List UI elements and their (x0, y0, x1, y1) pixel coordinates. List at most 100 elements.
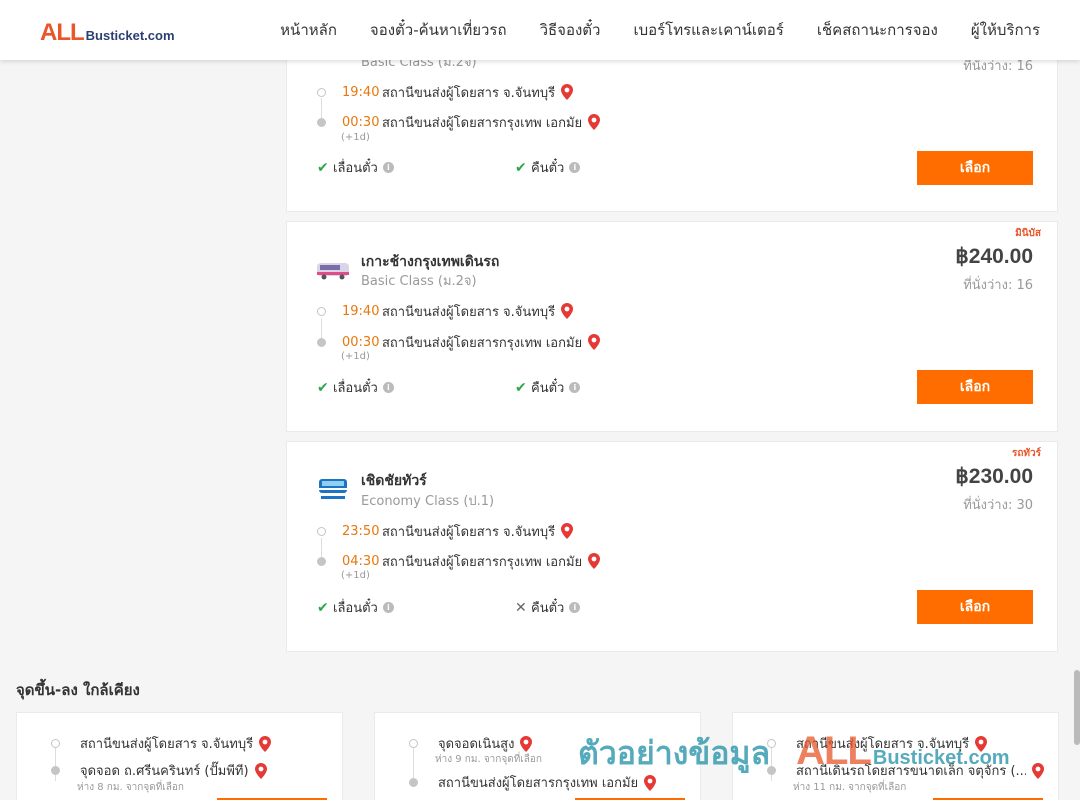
check-icon: ✔ (317, 379, 329, 396)
map-pin-icon[interactable] (644, 774, 657, 791)
departure-station: สถานีขนส่งผู้โดยสาร จ.จันทบุรี (382, 304, 556, 320)
nav-operators[interactable]: ผู้ให้บริการ (971, 18, 1040, 42)
departure-time: 19:40 (342, 303, 380, 319)
next-day-label: (+1d) (341, 351, 370, 362)
departure-dot (767, 739, 776, 748)
departure-station: สถานีขนส่งผู้โดยสาร จ.จันทบุรี (382, 85, 556, 101)
nearby-from: จุดจอดเนินสูง (409, 733, 533, 754)
refund-feature: ✔ คืนตั๋ว i (515, 157, 581, 178)
trip-card: มินิบัส เกาะช้างกรุงเทพเดินรถ Basic Clas… (286, 221, 1058, 432)
reschedule-label: เลื่อนตั๋ว (333, 381, 378, 396)
arrival-dot (409, 778, 418, 787)
departure-station: สถานีขนส่งผู้โดยสาร จ.จันทบุรี (382, 524, 556, 540)
reschedule-feature: ✔ เลื่อนตั๋ว i (317, 377, 394, 398)
check-icon: ✔ (515, 159, 527, 176)
nav-home[interactable]: หน้าหลัก (280, 18, 337, 42)
info-icon[interactable]: i (569, 162, 581, 173)
info-icon[interactable]: i (569, 382, 581, 393)
departure-stop: 23:50 สถานีขนส่งผู้โดยสาร จ.จันทบุรี (317, 521, 574, 541)
arrival-time: 00:30 (342, 114, 380, 130)
main-nav: หน้าหลัก จองตั๋ว-ค้นหาเที่ยวรถ วิธีจองตั… (280, 0, 1040, 60)
page-scrollbar[interactable] (1074, 670, 1080, 745)
vehicle-type-tag: รถทัวร์ (1011, 448, 1041, 459)
nearby-route-card[interactable]: จุดจอดเนินสูง ห่าง 9 กม. จากจุดที่เลือก … (374, 712, 701, 800)
reschedule-feature: ✔ เลื่อนตั๋ว i (317, 597, 394, 618)
departure-stop: 19:40 สถานีขนส่งผู้โดยสาร จ.จันทบุรี (317, 301, 574, 321)
select-button[interactable]: เลือก (917, 590, 1033, 624)
nearby-from-station: จุดจอดเนินสูง (438, 737, 515, 752)
departure-dot (317, 306, 326, 316)
operator-class: Basic Class (ม.2จ) (361, 274, 477, 289)
trip-card: รถทัวร์ เชิดชัยทัวร์ Economy Class (ป.1)… (286, 441, 1058, 652)
select-button[interactable]: เลือก (917, 370, 1033, 404)
map-pin-icon[interactable] (259, 735, 272, 752)
operator-class: Economy Class (ป.1) (361, 494, 495, 509)
operator-name: เชิดชัยทัวร์ (361, 473, 427, 489)
arrival-stop: 00:30 สถานีขนส่งผู้โดยสารกรุงเทพ เอกมัย (317, 332, 601, 352)
operator-logo-icon (317, 263, 349, 280)
departure-time: 23:50 (342, 523, 380, 539)
reschedule-label: เลื่อนตั๋ว (333, 601, 378, 616)
map-pin-icon[interactable] (561, 84, 574, 100)
departure-dot (409, 739, 418, 748)
map-pin-icon[interactable] (561, 303, 574, 319)
refund-feature: ✕ คืนตั๋ว i (515, 597, 581, 618)
map-pin-icon[interactable] (588, 334, 601, 350)
map-pin-icon[interactable] (254, 762, 267, 779)
seats-available: ที่นั่งว่าง: 30 (963, 498, 1033, 513)
nearby-route-card[interactable]: สถานีขนส่งผู้โดยสาร จ.จันทบุรี จุดจอด ถ.… (16, 712, 343, 800)
distance-note: ห่าง 8 กม. จากจุดที่เลือก (77, 782, 184, 793)
info-icon[interactable]: i (569, 602, 581, 613)
map-pin-icon[interactable] (1032, 762, 1044, 779)
arrival-station: สถานีขนส่งผู้โดยสารกรุงเทพ เอกมัย (382, 115, 583, 131)
refund-label: คืนตั๋ว (531, 601, 565, 616)
nearby-to: จุดจอด ถ.ศรีนครินทร์ (ปั๊มพีที) (51, 760, 267, 781)
map-pin-icon[interactable] (561, 523, 574, 539)
arrival-stop: 00:30 สถานีขนส่งผู้โดยสารกรุงเทพ เอกมัย (317, 112, 601, 132)
reschedule-label: เลื่อนตั๋ว (333, 161, 378, 176)
refund-label: คืนตั๋ว (531, 161, 565, 176)
next-day-label: (+1d) (341, 570, 370, 581)
arrival-dot (317, 337, 326, 347)
departure-time: 19:40 (342, 84, 380, 100)
logo-all: ALL (40, 19, 85, 46)
cross-icon: ✕ (515, 599, 527, 616)
nearby-stops-title: จุดขึ้น-ลง ใกล้เคียง (16, 681, 140, 699)
check-icon: ✔ (317, 159, 329, 176)
distance-note: ห่าง 9 กม. จากจุดที่เลือก (435, 754, 542, 765)
distance-note: ห่าง 11 กม. จากจุดที่เลือก (793, 782, 907, 793)
nearby-route-card[interactable]: สถานีขนส่งผู้โดยสาร จ.จันทบุรี สถานีเดิน… (732, 712, 1059, 800)
map-pin-icon[interactable] (975, 735, 988, 752)
ticket-price: ฿230.00 (955, 465, 1033, 488)
reschedule-feature: ✔ เลื่อนตั๋ว i (317, 157, 394, 178)
departure-dot (317, 87, 326, 97)
vehicle-type-tag: มินิบัส (1015, 228, 1041, 239)
arrival-dot (767, 766, 776, 775)
select-button[interactable]: เลือก (917, 151, 1033, 185)
arrival-time: 00:30 (342, 334, 380, 350)
ticket-price: ฿240.00 (955, 245, 1033, 268)
arrival-dot (317, 556, 326, 566)
info-icon[interactable]: i (382, 162, 394, 173)
check-icon: ✔ (515, 379, 527, 396)
departure-stop: 19:40 สถานีขนส่งผู้โดยสาร จ.จันทบุรี (317, 82, 574, 102)
nearby-from: สถานีขนส่งผู้โดยสาร จ.จันทบุรี (767, 733, 988, 754)
info-icon[interactable]: i (382, 602, 394, 613)
map-pin-icon[interactable] (588, 114, 601, 130)
arrival-dot (317, 117, 326, 127)
nav-book-search[interactable]: จองตั๋ว-ค้นหาเที่ยวรถ (370, 18, 507, 42)
nearby-from: สถานีขนส่งผู้โดยสาร จ.จันทบุรี (51, 733, 272, 754)
site-logo[interactable]: ALL Busticket.com (40, 19, 175, 47)
map-pin-icon[interactable] (520, 735, 533, 752)
refund-feature: ✔ คืนตั๋ว i (515, 377, 581, 398)
nav-contacts[interactable]: เบอร์โทรและเคาน์เตอร์ (633, 18, 783, 42)
nav-how-to-book[interactable]: วิธีจองตั๋ว (540, 18, 601, 42)
arrival-dot (51, 766, 60, 775)
nav-check-booking[interactable]: เช็คสถานะการจอง (817, 18, 938, 42)
info-icon[interactable]: i (382, 382, 394, 393)
arrival-stop: 04:30 สถานีขนส่งผู้โดยสารกรุงเทพ เอกมัย (317, 551, 601, 571)
nearby-from-station: สถานีขนส่งผู้โดยสาร จ.จันทบุรี (80, 737, 254, 752)
check-icon: ✔ (317, 599, 329, 616)
nearby-to-station: สถานีขนส่งผู้โดยสารกรุงเทพ เอกมัย (438, 776, 639, 791)
map-pin-icon[interactable] (588, 553, 601, 569)
